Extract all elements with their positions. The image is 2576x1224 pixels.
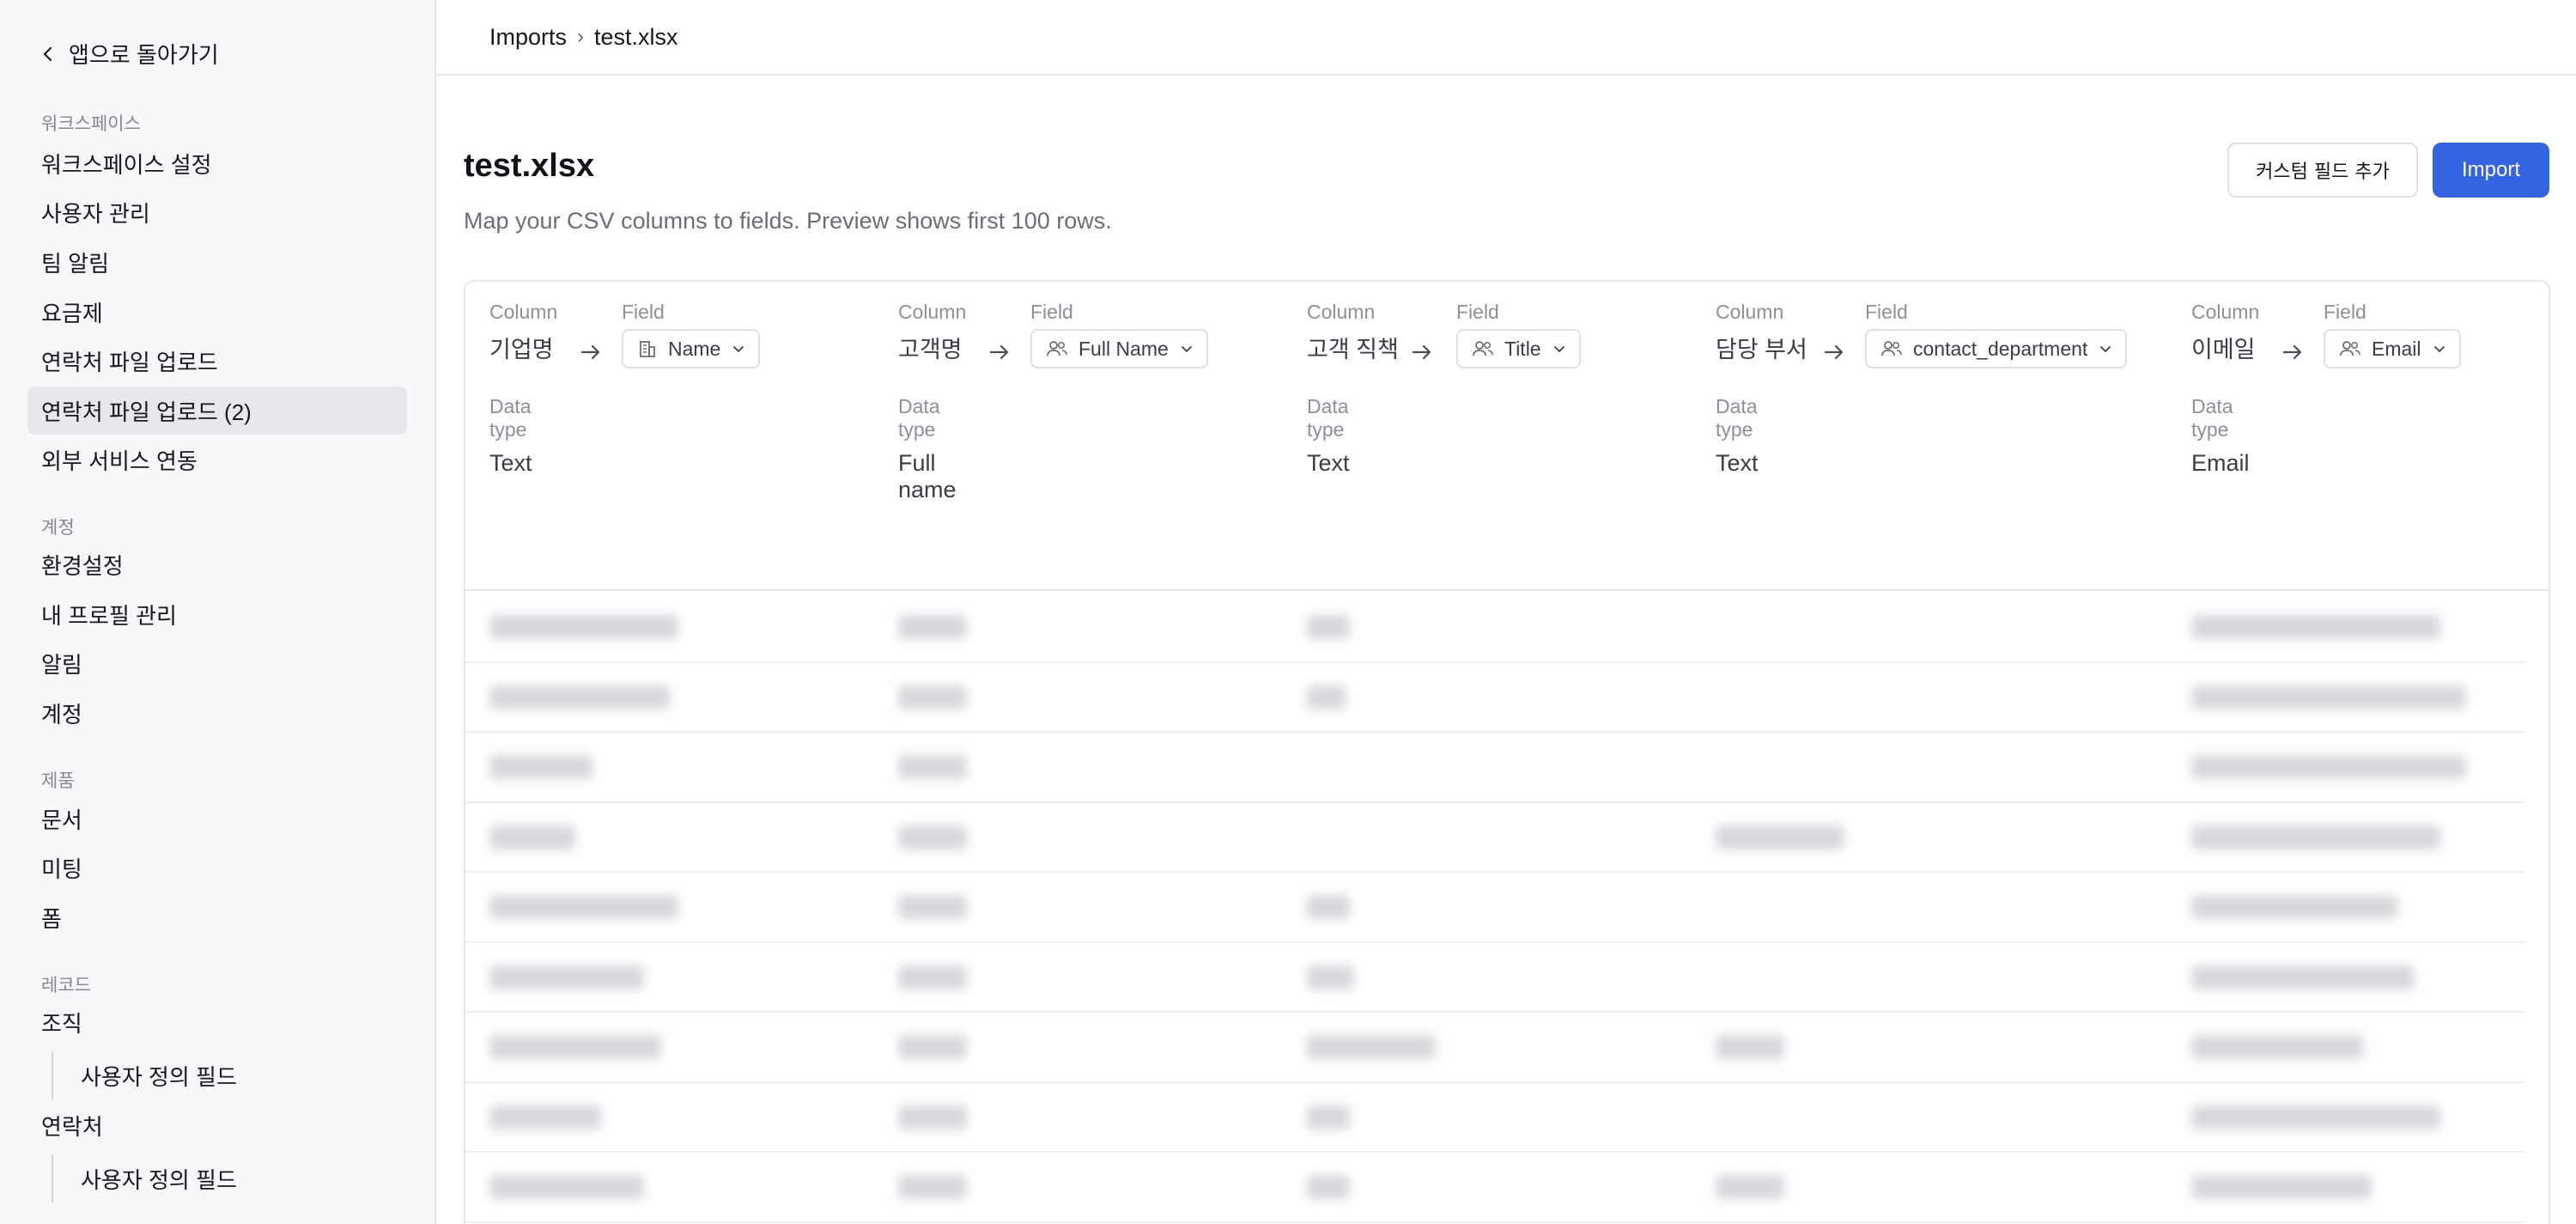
sidebar-subitem-org-custom-fields[interactable]: 사용자 정의 필드 [52, 1051, 237, 1099]
sidebar-item-workspace-settings[interactable]: 워크스페이스 설정 [27, 139, 407, 187]
breadcrumb-current: test.xlsx [594, 23, 678, 50]
field-select-title[interactable]: Title [1456, 329, 1581, 368]
import-button[interactable]: Import [2433, 143, 2549, 198]
page-description: Map your CSV columns to fields. Preview … [464, 208, 1112, 234]
chevron-left-icon [43, 46, 52, 61]
table-row [465, 1153, 2524, 1223]
section-label-workspace: 워크스페이스 [41, 114, 141, 134]
table-row [465, 663, 2524, 733]
column-name: 담당 부서 [1716, 337, 1807, 362]
chevron-down-icon [2433, 346, 2445, 352]
breadcrumb-separator: › [577, 25, 585, 48]
data-type-value: Email [2191, 450, 2250, 476]
arrow-right-icon [2282, 344, 2302, 360]
field-select-full-name[interactable]: Full Name [1030, 329, 1208, 368]
sidebar-item-team-alerts[interactable]: 팀 알림 [27, 238, 407, 286]
column-name: 이메일 [2191, 337, 2256, 362]
sidebar-item-forms[interactable]: 폼 [27, 893, 407, 941]
sidebar-item-documents[interactable]: 문서 [27, 795, 407, 843]
field-label: Field [1865, 301, 1908, 323]
column-name: 기업명 [489, 337, 554, 362]
sidebar-item-contact-upload[interactable]: 연락처 파일 업로드 [27, 337, 407, 385]
chevron-down-icon [733, 346, 744, 352]
field-value: Title [1504, 337, 1541, 360]
field-value: contact_department [1913, 337, 2088, 360]
data-type-label: Data type [2191, 395, 2233, 441]
arrow-right-icon [580, 344, 600, 360]
column-label: Column [2191, 301, 2260, 323]
column-name: 고객 직책 [1307, 337, 1399, 362]
table-row [465, 1083, 2524, 1153]
column-label: Column [1307, 301, 1376, 323]
sidebar-item-integrations[interactable]: 외부 서비스 연동 [27, 435, 407, 484]
data-type-value: Text [1307, 450, 1350, 476]
field-label: Field [1456, 301, 1499, 323]
field-value: Full Name [1078, 337, 1169, 360]
back-to-app-link[interactable]: 앱으로 돌아가기 [39, 38, 219, 70]
section-label-account: 계정 [41, 518, 75, 538]
column-name: 고객명 [898, 337, 963, 362]
arrow-right-icon [989, 344, 1009, 360]
users-icon [1881, 341, 1902, 356]
sidebar-item-preferences[interactable]: 환경설정 [27, 540, 407, 588]
arrow-right-icon [1412, 344, 1431, 360]
field-label: Field [2324, 301, 2366, 323]
field-label: Field [622, 301, 665, 323]
sidebar-item-contact-upload-2[interactable]: 연락처 파일 업로드 (2) [27, 387, 407, 435]
sidebar-item-user-management[interactable]: 사용자 관리 [27, 188, 407, 236]
sidebar-item-contacts[interactable]: 연락처 [27, 1101, 407, 1149]
data-type-label: Data type [898, 395, 940, 441]
sidebar-item-plans[interactable]: 요금제 [27, 288, 407, 336]
add-custom-field-button[interactable]: 커스텀 필드 추가 [2227, 143, 2418, 198]
column-label: Column [1716, 301, 1784, 323]
preview-rows [465, 593, 2549, 1223]
users-icon [1473, 341, 1493, 356]
breadcrumb: Imports › test.xlsx [436, 0, 2576, 76]
sidebar-item-account[interactable]: 계정 [27, 689, 407, 737]
data-type-label: Data type [1716, 395, 1758, 441]
page-title: test.xlsx [464, 148, 595, 184]
field-select-email[interactable]: Email [2324, 329, 2461, 368]
settings-sidebar: 앱으로 돌아가기 워크스페이스 워크스페이스 설정 사용자 관리 팀 알림 요금… [0, 0, 436, 1224]
data-type-label: Data type [1307, 395, 1349, 441]
sidebar-item-organizations[interactable]: 조직 [27, 998, 407, 1046]
sidebar-item-notifications[interactable]: 알림 [27, 639, 407, 687]
column-mapping-card: Column 기업명 Field Name Data type Text Col… [464, 280, 2550, 1224]
users-icon [2340, 341, 2360, 356]
chevron-down-icon [2100, 346, 2111, 352]
field-select-contact-department[interactable]: contact_department [1865, 329, 2128, 368]
users-icon [1047, 341, 1067, 356]
data-type-value: Text [489, 450, 532, 476]
field-value: Name [668, 337, 721, 360]
table-row [465, 803, 2524, 873]
data-type-label: Data type [489, 395, 532, 441]
data-type-value: Text [1716, 450, 1759, 476]
table-row [465, 1013, 2524, 1083]
chevron-down-icon [1553, 346, 1564, 352]
data-type-value: Full name [898, 450, 957, 502]
sidebar-item-profile[interactable]: 내 프로필 관리 [27, 590, 407, 638]
sidebar-item-meetings[interactable]: 미팅 [27, 843, 407, 892]
field-value: Email [2372, 337, 2421, 360]
field-select-name[interactable]: Name [622, 329, 761, 368]
column-label: Column [898, 301, 967, 323]
mapping-header: Column 기업명 Field Name Data type Text Col… [465, 282, 2549, 591]
table-row [465, 593, 2524, 663]
field-label: Field [1030, 301, 1073, 323]
app-window: 앱으로 돌아가기 워크스페이스 워크스페이스 설정 사용자 관리 팀 알림 요금… [0, 0, 2576, 1224]
section-label-records: 레코드 [41, 976, 91, 996]
chevron-down-icon [1181, 346, 1192, 352]
column-label: Column [489, 301, 558, 323]
sidebar-subitem-contact-custom-fields[interactable]: 사용자 정의 필드 [52, 1154, 237, 1203]
main-content: Imports › test.xlsx test.xlsx Map your C… [436, 0, 2576, 1224]
breadcrumb-root[interactable]: Imports [489, 24, 567, 51]
table-row [465, 943, 2524, 1013]
table-row [465, 873, 2524, 943]
section-label-products: 제품 [41, 771, 75, 791]
table-row [465, 733, 2524, 803]
back-label: 앱으로 돌아가기 [69, 42, 219, 68]
arrow-right-icon [1824, 344, 1844, 360]
building-icon [640, 341, 655, 357]
